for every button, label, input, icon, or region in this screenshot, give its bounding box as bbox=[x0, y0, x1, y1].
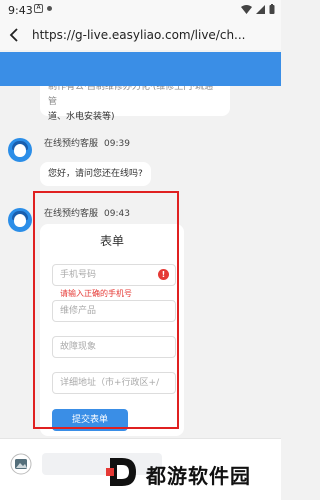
sender-name: 在线预约客服 bbox=[44, 139, 99, 149]
previous-message-line-2: 道、水电安装等) bbox=[48, 112, 115, 122]
appointment-form: 表单 手机号码 ! 请输入正确的手机号 维修产品 故障现象 详细地址（市+行政区… bbox=[40, 224, 184, 436]
address-bar: https://g-live.easyliao.com/live/ch... bbox=[0, 22, 281, 50]
status-time: 9:43 bbox=[8, 4, 33, 17]
url-text[interactable]: https://g-live.easyliao.com/live/ch... bbox=[32, 28, 274, 42]
notification-app-icon: A bbox=[34, 4, 43, 13]
agent-avatar bbox=[8, 208, 32, 232]
previous-message-bubble: 制作有公·自制维修办力化·(维修上门·疏通管 道、水电安装等) bbox=[40, 86, 230, 122]
message-meta: 在线预约客服 09:43 bbox=[44, 206, 130, 219]
chat-header bbox=[0, 52, 281, 86]
notification-icons: A bbox=[34, 4, 52, 13]
phone-error-message: 请输入正确的手机号 bbox=[60, 289, 132, 298]
signal-icon bbox=[256, 4, 265, 14]
previous-message-line-1: 制作有公·自制维修办力化·(维修上门·疏通管 bbox=[48, 86, 214, 107]
status-bar: 9:43 A bbox=[0, 0, 281, 22]
agent-avatar bbox=[8, 138, 32, 162]
back-arrow-icon[interactable] bbox=[8, 27, 20, 43]
product-input[interactable]: 维修产品 bbox=[52, 300, 176, 322]
form-title: 表单 bbox=[99, 234, 124, 248]
message-meta: 在线预约客服 09:39 bbox=[44, 136, 130, 149]
issue-input[interactable]: 故障现象 bbox=[52, 336, 176, 358]
image-upload-icon[interactable] bbox=[10, 453, 32, 475]
address-input[interactable]: 详细地址（市+行政区+/ bbox=[52, 372, 176, 394]
site-logo-icon bbox=[106, 458, 136, 486]
chat-area[interactable]: 制作有公·自制维修办力化·(维修上门·疏通管 道、水电安装等) 在线预约客服 09… bbox=[0, 86, 281, 438]
submit-button[interactable]: 提交表单 bbox=[52, 409, 128, 431]
notification-dot-icon bbox=[47, 6, 52, 11]
watermark-text: 都游软件园 bbox=[146, 464, 251, 488]
message-time: 09:39 bbox=[104, 139, 130, 149]
battery-icon bbox=[269, 4, 275, 14]
wifi-icon bbox=[241, 4, 252, 14]
site-watermark: 都游软件园 bbox=[104, 452, 281, 494]
sender-name: 在线预约客服 bbox=[44, 209, 99, 219]
error-icon: ! bbox=[158, 269, 169, 280]
system-icons bbox=[241, 4, 275, 14]
message-bubble: 您好，请问您还在线吗? bbox=[40, 162, 151, 186]
message-time: 09:43 bbox=[104, 209, 130, 219]
